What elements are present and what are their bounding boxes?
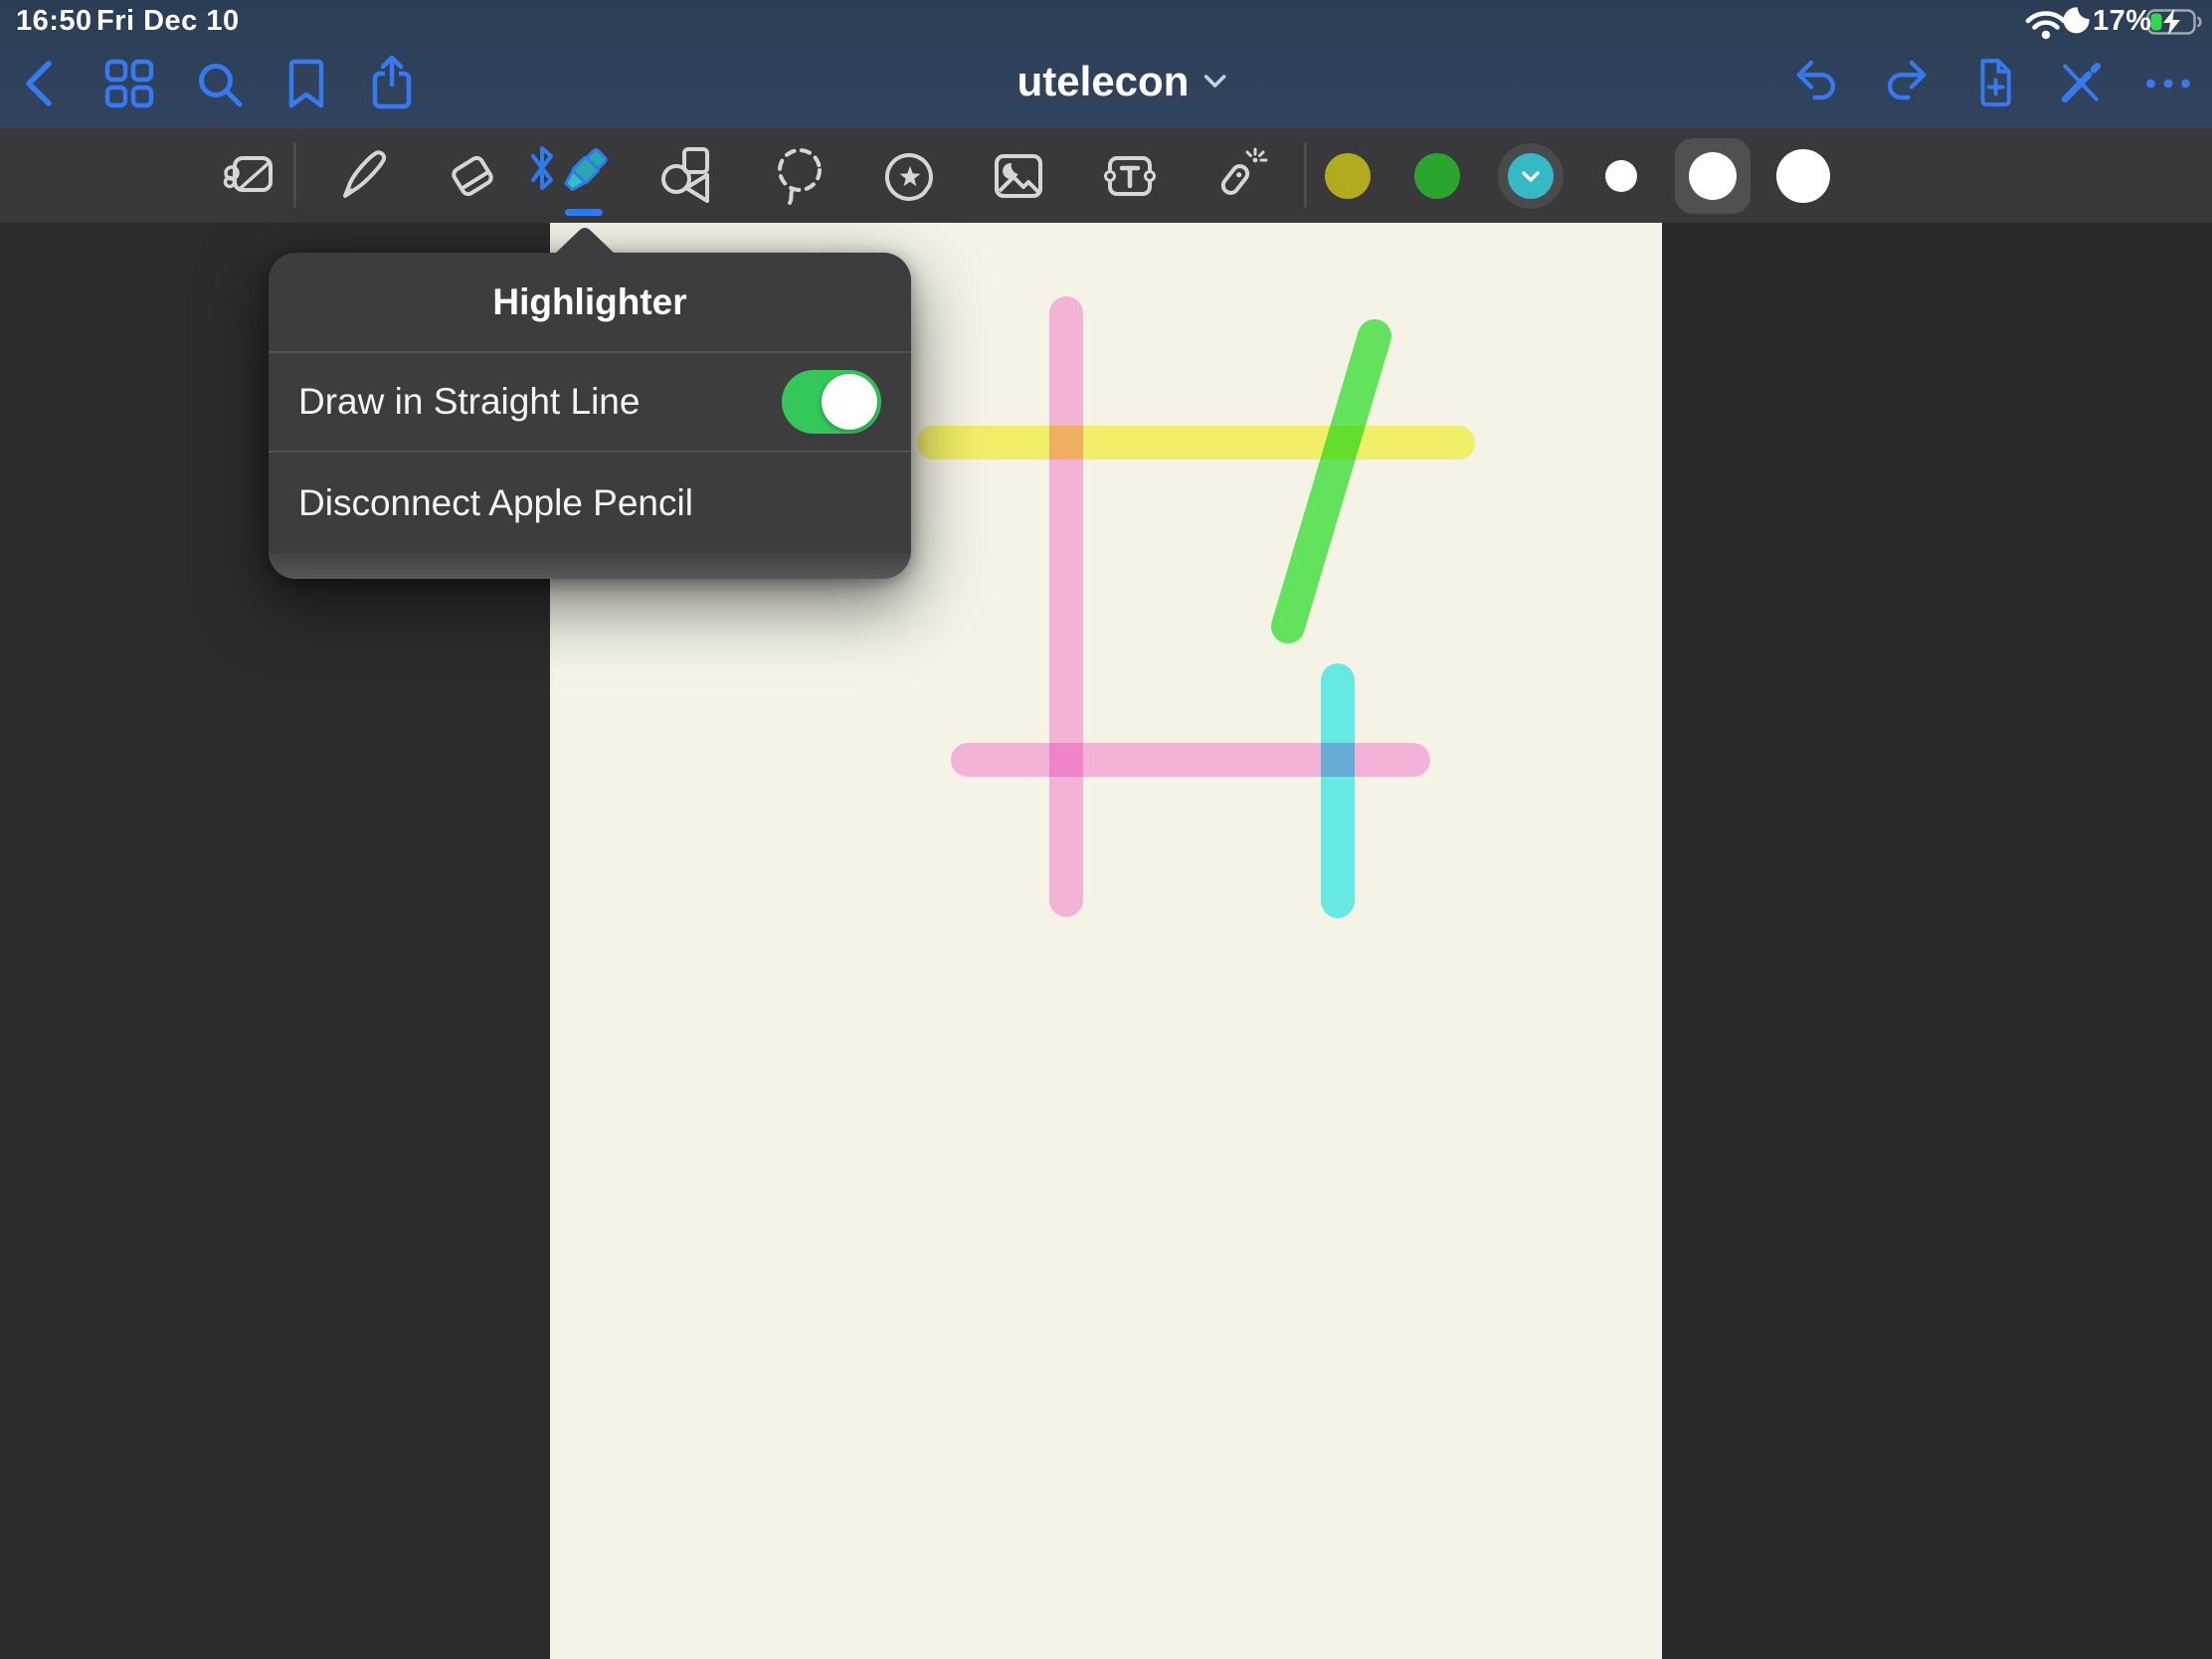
status-time: 16:50 bbox=[16, 5, 92, 38]
size-dot bbox=[1605, 160, 1637, 192]
size-dot bbox=[1689, 152, 1737, 200]
selected-tool-underline bbox=[565, 209, 603, 216]
undo-icon[interactable] bbox=[1790, 56, 1846, 111]
battery-percent: 17% bbox=[2093, 5, 2152, 38]
canvas-background-right bbox=[1662, 223, 2212, 1659]
highlighter-stroke bbox=[1288, 336, 1375, 627]
document-title[interactable]: utelecon bbox=[1017, 58, 1227, 105]
navigation-bar: 16:50 Fri Dec 10 17% bbox=[0, 0, 2212, 127]
share-icon[interactable] bbox=[366, 54, 418, 111]
color-dot bbox=[1508, 153, 1554, 199]
status-date: Fri Dec 10 bbox=[96, 5, 240, 38]
disconnect-apple-pencil-label: Disconnect Apple Pencil bbox=[298, 482, 693, 524]
popover-arrow bbox=[555, 226, 615, 254]
stroke-size-medium[interactable] bbox=[1675, 138, 1751, 214]
moon-icon bbox=[2061, 6, 2091, 36]
stroke-size-small[interactable] bbox=[1583, 138, 1659, 214]
pan-tool-icon[interactable] bbox=[219, 144, 282, 208]
eraser-tool-icon[interactable] bbox=[441, 144, 504, 208]
popover-title: Highlighter bbox=[269, 253, 911, 351]
highlighter-popover: Highlighter Draw in Straight Line Discon… bbox=[269, 253, 911, 579]
document-title-label: utelecon bbox=[1017, 58, 1190, 105]
highlighter-tool-icon[interactable] bbox=[551, 144, 615, 208]
toolbar-divider bbox=[1304, 142, 1307, 208]
search-icon[interactable] bbox=[193, 58, 245, 109]
battery-charging-icon bbox=[2146, 8, 2204, 36]
pen-tool-icon[interactable] bbox=[331, 144, 395, 208]
more-icon[interactable] bbox=[2140, 56, 2196, 111]
redo-icon[interactable] bbox=[1877, 56, 1933, 111]
draw-in-straight-line-row: Draw in Straight Line bbox=[269, 353, 911, 451]
text-tool-icon[interactable] bbox=[1098, 144, 1162, 208]
stroke-size-large[interactable] bbox=[1765, 138, 1841, 214]
bluetooth-icon bbox=[529, 142, 555, 199]
popover-footer-edge bbox=[269, 553, 911, 579]
draw-in-straight-line-label: Draw in Straight Line bbox=[298, 381, 640, 423]
add-page-icon[interactable] bbox=[1965, 56, 2021, 111]
color-dot bbox=[1414, 153, 1460, 199]
laser-pointer-tool-icon[interactable] bbox=[1206, 144, 1270, 208]
color-swatch-teal[interactable] bbox=[1493, 138, 1568, 214]
lasso-tool-icon[interactable] bbox=[768, 144, 831, 208]
chevron-down-icon bbox=[1521, 170, 1541, 183]
toggle-knob bbox=[822, 374, 877, 430]
sticker-tool-icon[interactable] bbox=[878, 144, 942, 208]
chevron-down-icon bbox=[1202, 74, 1226, 90]
goodnotes-app-screen: 16:50 Fri Dec 10 17% bbox=[0, 0, 2212, 1659]
color-swatch-olive[interactable] bbox=[1310, 138, 1385, 214]
pencil-disable-icon[interactable] bbox=[2053, 56, 2109, 111]
back-icon[interactable] bbox=[19, 58, 63, 109]
image-tool-icon[interactable] bbox=[987, 144, 1050, 208]
toolbar-divider bbox=[293, 142, 296, 208]
bookmark-icon[interactable] bbox=[282, 58, 330, 109]
color-swatch-green[interactable] bbox=[1399, 138, 1475, 214]
color-dot bbox=[1325, 153, 1371, 199]
shapes-tool-icon[interactable] bbox=[658, 144, 722, 208]
draw-in-straight-line-toggle[interactable] bbox=[782, 370, 881, 434]
pages-grid-icon[interactable] bbox=[103, 58, 155, 109]
size-dot bbox=[1776, 149, 1830, 203]
tools-toolbar bbox=[0, 127, 2212, 224]
disconnect-apple-pencil-button[interactable]: Disconnect Apple Pencil bbox=[269, 453, 911, 553]
